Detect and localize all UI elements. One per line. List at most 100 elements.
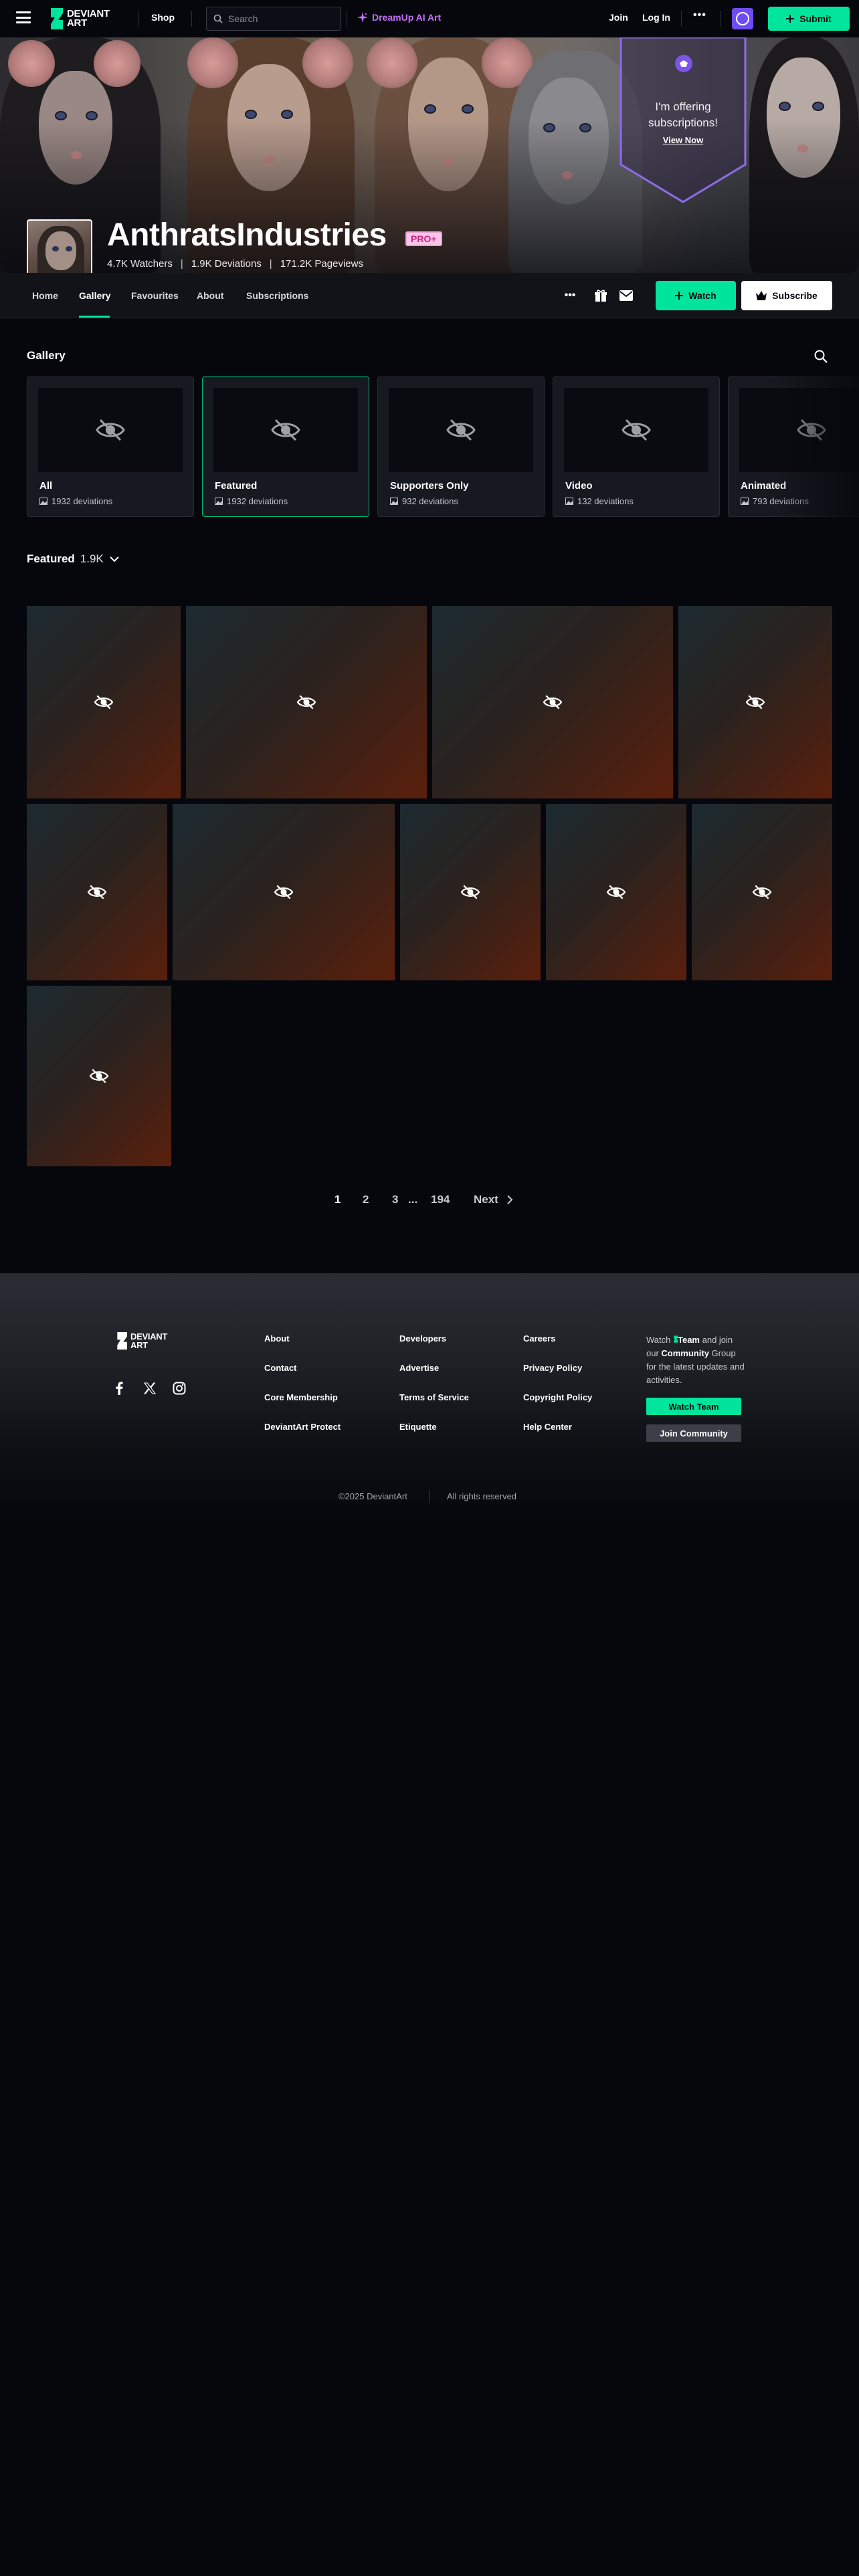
image-icon <box>565 498 573 505</box>
pageviews-count: 171.2K Pageviews <box>280 258 363 270</box>
folder-name: Supporters Only <box>390 480 469 492</box>
folder-count-label: 132 deviations <box>577 496 634 506</box>
deviation-thumbnail[interactable] <box>186 606 427 798</box>
pro-plus-badge[interactable]: PRO+ <box>405 231 442 246</box>
watch-team-button[interactable]: Watch Team <box>646 1398 741 1415</box>
facebook-icon[interactable] <box>111 1380 127 1396</box>
deviations-count[interactable]: 1.9K Deviations <box>191 258 262 270</box>
tab-subscriptions[interactable]: Subscriptions <box>246 290 308 301</box>
subscribe-button[interactable]: Subscribe <box>741 281 832 310</box>
hidden-eye-icon <box>87 885 107 899</box>
tab-favourites[interactable]: Favourites <box>131 290 179 301</box>
crown-icon <box>756 291 767 300</box>
watch-button[interactable]: Watch <box>656 281 736 310</box>
watch-label: Watch <box>688 290 717 301</box>
deviation-thumbnail[interactable] <box>27 606 181 798</box>
x-twitter-icon[interactable] <box>142 1380 158 1396</box>
folder-thumbnail <box>213 388 358 472</box>
chevron-right-icon <box>507 1195 513 1204</box>
deviantart-logo[interactable]: DEVIANT ART <box>48 8 110 29</box>
hidden-eye-icon <box>543 695 563 710</box>
footer-link-etiquette[interactable]: Etiquette <box>399 1422 437 1432</box>
hidden-eye-icon <box>296 695 316 710</box>
hidden-eye-icon <box>752 885 772 899</box>
subscription-offer-card[interactable]: I'm offering subscriptions! View Now <box>619 37 747 203</box>
gallery-search-icon[interactable] <box>814 349 828 364</box>
deviantart-logo-icon <box>51 8 63 29</box>
footer-link-core-membership[interactable]: Core Membership <box>264 1392 338 1402</box>
folder-thumbnail <box>564 388 708 472</box>
join-link[interactable]: Join <box>609 12 628 23</box>
folder-featured[interactable]: Featured 1932 deviations <box>202 377 369 517</box>
folder-thumbnail <box>389 388 533 472</box>
page-1[interactable]: 1 <box>335 1193 341 1206</box>
instagram-icon[interactable] <box>171 1380 187 1396</box>
footer-link-careers[interactable]: Careers <box>523 1333 555 1344</box>
tab-home[interactable]: Home <box>32 290 58 301</box>
subscribe-label: Subscribe <box>772 290 818 301</box>
image-icon <box>39 498 47 505</box>
join-community-button[interactable]: Join Community <box>646 1424 741 1442</box>
login-link[interactable]: Log In <box>642 12 670 23</box>
menu-icon[interactable] <box>16 11 31 23</box>
shop-link[interactable]: Shop <box>151 12 175 23</box>
profile-tab-bar: Home Gallery Favourites About Subscripti… <box>0 273 859 318</box>
chevron-down-icon <box>110 556 119 562</box>
folder-supporters-only[interactable]: Supporters Only 932 deviations <box>377 377 545 517</box>
footer-link-developers[interactable]: Developers <box>399 1333 446 1344</box>
core-membership-icon[interactable] <box>732 8 753 29</box>
folder-animated[interactable]: Animated 793 deviations <box>728 377 859 517</box>
featured-count: 1.9K <box>80 552 104 565</box>
profile-avatar[interactable] <box>27 219 92 273</box>
message-icon[interactable] <box>618 288 634 304</box>
active-tab-indicator <box>79 316 110 318</box>
hidden-eye-icon <box>94 695 114 710</box>
dreamup-link[interactable]: DreamUp AI Art <box>357 12 441 23</box>
deviation-thumbnail[interactable] <box>546 804 686 980</box>
plus-icon <box>675 292 684 300</box>
more-actions-button[interactable]: ••• <box>562 288 578 304</box>
search-input[interactable] <box>228 13 328 24</box>
footer-link-deviantart-protect[interactable]: DeviantArt Protect <box>264 1422 341 1432</box>
footer-logo[interactable]: DEVIANT ART <box>115 1332 167 1350</box>
deviantart-logo-icon <box>117 1332 127 1350</box>
deviation-thumbnail[interactable] <box>27 804 167 980</box>
view-now-link[interactable]: View Now <box>619 135 747 145</box>
tab-about[interactable]: About <box>197 290 223 301</box>
footer-link-help-center[interactable]: Help Center <box>523 1422 572 1432</box>
page-2[interactable]: 2 <box>363 1193 369 1206</box>
gift-icon[interactable] <box>593 288 609 304</box>
footer-link-copyright-policy[interactable]: Copyright Policy <box>523 1392 592 1402</box>
profile-stats: 4.7K Watchers | 1.9K Deviations | 171.2K… <box>107 258 363 270</box>
featured-folder-dropdown[interactable]: Featured 1.9K <box>27 552 120 566</box>
watchers-count[interactable]: 4.7K Watchers <box>107 258 173 270</box>
deviation-thumbnail[interactable] <box>173 804 395 980</box>
footer-link-contact[interactable]: Contact <box>264 1363 296 1373</box>
footer-link-privacy-policy[interactable]: Privacy Policy <box>523 1363 582 1373</box>
deviation-thumbnail[interactable] <box>27 986 171 1166</box>
hidden-eye-icon <box>89 1069 109 1083</box>
divider <box>720 11 721 27</box>
deviation-thumbnail[interactable] <box>400 804 541 980</box>
folder-video[interactable]: Video 132 deviations <box>553 377 720 517</box>
footer-link-terms-of-service[interactable]: Terms of Service <box>399 1392 469 1402</box>
tab-gallery[interactable]: Gallery <box>79 290 110 301</box>
deviation-thumbnail[interactable] <box>678 606 832 798</box>
folder-count: 1932 deviations <box>215 496 288 506</box>
submit-button[interactable]: Submit <box>768 7 850 31</box>
next-page-button[interactable]: Next <box>474 1193 513 1206</box>
more-menu-button[interactable]: ••• <box>693 9 706 21</box>
stats-separator: | <box>269 258 272 270</box>
deviation-thumbnail[interactable] <box>692 804 832 980</box>
folder-all[interactable]: All 1932 deviations <box>27 377 194 517</box>
page-3[interactable]: 3 <box>392 1193 398 1206</box>
folder-name: Video <box>565 480 593 492</box>
deviation-thumbnail[interactable] <box>432 606 673 798</box>
hidden-eye-icon <box>96 419 125 441</box>
folder-name: All <box>39 480 53 492</box>
profile-username[interactable]: AnthratsIndustries <box>107 217 387 253</box>
footer-link-advertise[interactable]: Advertise <box>399 1363 439 1373</box>
page-last[interactable]: 194 <box>431 1193 450 1206</box>
search-box[interactable] <box>206 7 341 31</box>
footer-link-about[interactable]: About <box>264 1333 290 1344</box>
